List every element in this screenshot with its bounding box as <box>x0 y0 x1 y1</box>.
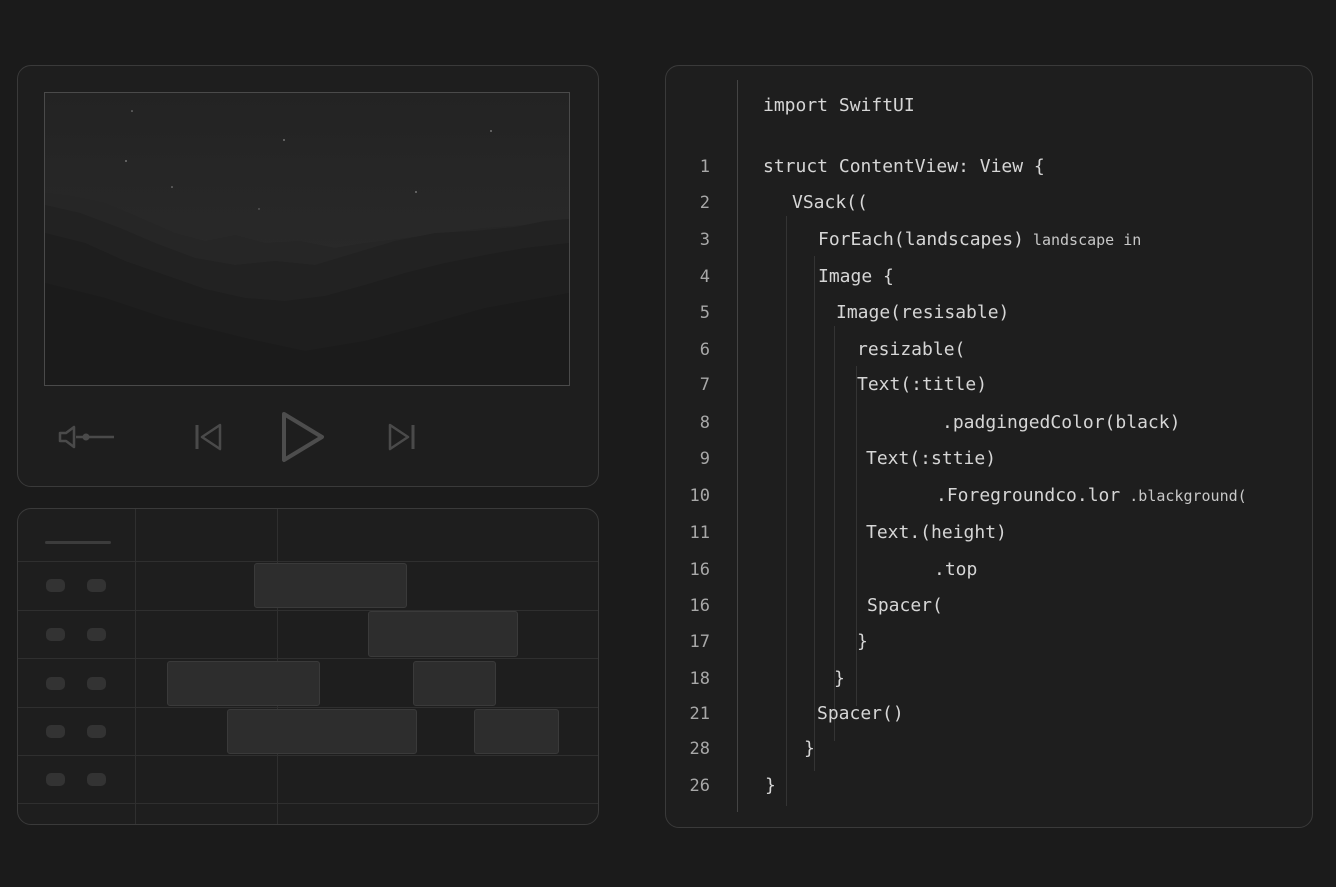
code-text: struct ContentView: View { <box>763 156 1045 177</box>
track-visibility-toggle-icon[interactable] <box>87 725 106 738</box>
track-visibility-toggle-icon[interactable] <box>87 628 106 641</box>
code-text: Image(resisable) <box>836 302 1010 323</box>
play-icon <box>282 412 324 462</box>
skip-forward-icon <box>388 423 415 451</box>
code-line[interactable]: 1 struct ContentView: View { <box>666 154 1306 180</box>
code-text: .top <box>934 559 978 580</box>
line-number: 11 <box>689 523 710 543</box>
track-divider <box>18 658 598 659</box>
track-visibility-toggle-icon[interactable] <box>87 677 106 690</box>
code-text: Text.(height) <box>866 522 1007 543</box>
code-line[interactable]: 3 ForEach(landscapes) landscape in <box>666 227 1306 253</box>
timeline-clip[interactable] <box>368 611 518 657</box>
skip-back-icon <box>195 423 222 451</box>
line-number: 21 <box>689 704 710 724</box>
code-text: .Foregroundco.lor .blackground( <box>936 483 1247 509</box>
next-button[interactable] <box>386 422 418 452</box>
track-divider <box>18 803 598 804</box>
code-text-main: .Foregroundco.lor <box>936 485 1121 506</box>
track-visibility-toggle-icon[interactable] <box>87 579 106 592</box>
code-text-small: landscape in <box>1023 231 1142 249</box>
track-mute-toggle-icon[interactable] <box>46 725 65 738</box>
line-number: 16 <box>689 560 710 580</box>
code-text: } <box>765 775 776 796</box>
code-text: import SwiftUI <box>763 95 915 116</box>
line-number: 26 <box>689 776 710 796</box>
code-line[interactable]: 16 .top <box>666 557 1306 583</box>
code-text: } <box>804 738 815 759</box>
code-line[interactable]: 6 resizable( <box>666 337 1306 363</box>
code-text: } <box>857 631 868 652</box>
timeline-clip[interactable] <box>254 563 407 608</box>
volume-control[interactable] <box>56 422 118 452</box>
code-line[interactable]: 7 Text(:title) <box>666 372 1306 398</box>
line-number: 16 <box>689 596 710 616</box>
code-line[interactable]: 18 } <box>666 666 1306 692</box>
code-line[interactable]: 28 } <box>666 736 1306 762</box>
line-number: 8 <box>699 413 710 433</box>
timeline-clip[interactable] <box>167 661 320 706</box>
code-line[interactable]: 10 .Foregroundco.lor .blackground( <box>666 483 1306 509</box>
line-number: 6 <box>699 340 710 360</box>
code-text: Image { <box>818 266 894 287</box>
code-line[interactable]: 4 Image { <box>666 264 1306 290</box>
code-text: Spacer( <box>867 595 943 616</box>
track-visibility-toggle-icon[interactable] <box>87 773 106 786</box>
code-text-main: ForEach(landscapes) <box>818 229 1024 250</box>
code-line[interactable]: import SwiftUI <box>666 93 1306 119</box>
speaker-icon <box>58 425 114 449</box>
code-line[interactable]: 26 } <box>666 773 1306 799</box>
code-line[interactable]: 21 Spacer() <box>666 701 1306 727</box>
previous-button[interactable] <box>192 422 224 452</box>
code-line[interactable]: 8 .padgingedColor(black) <box>666 410 1306 436</box>
track-mute-toggle-icon[interactable] <box>46 773 65 786</box>
track-divider <box>18 707 598 708</box>
timeline-panel <box>17 508 599 825</box>
code-text: Text(:title) <box>857 374 988 395</box>
video-preview[interactable] <box>44 92 570 386</box>
code-text: } <box>834 668 845 689</box>
line-number: 9 <box>699 449 710 469</box>
code-line[interactable]: 16 Spacer( <box>666 593 1306 619</box>
code-line[interactable]: 17 } <box>666 629 1306 655</box>
track-mute-toggle-icon[interactable] <box>46 677 65 690</box>
line-number: 17 <box>689 632 710 652</box>
line-number: 5 <box>699 303 710 323</box>
code-text: Text(:sttie) <box>866 448 997 469</box>
track-header-divider <box>135 509 136 824</box>
track-mute-toggle-icon[interactable] <box>46 579 65 592</box>
code-text-small: .blackground( <box>1120 487 1247 505</box>
code-text: VSack(( <box>792 192 868 213</box>
code-text: ForEach(landscapes) landscape in <box>818 227 1141 253</box>
timeline-header-bar <box>45 541 111 544</box>
code-line[interactable]: 11 Text.(height) <box>666 520 1306 546</box>
track-mute-toggle-icon[interactable] <box>46 628 65 641</box>
timeline-clip[interactable] <box>227 709 417 754</box>
line-number: 3 <box>699 230 710 250</box>
track-divider <box>18 755 598 756</box>
timeline-clip[interactable] <box>413 661 496 706</box>
line-number: 4 <box>699 267 710 287</box>
track-divider <box>18 561 598 562</box>
line-number: 2 <box>699 193 710 213</box>
line-number: 10 <box>689 486 710 506</box>
line-number: 7 <box>699 375 710 395</box>
code-line[interactable]: 5 Image(resisable) <box>666 300 1306 326</box>
code-editor-panel: import SwiftUI 1 struct ContentView: Vie… <box>665 65 1313 828</box>
timeline-clip[interactable] <box>474 709 559 754</box>
code-line[interactable]: 9 Text(:sttie) <box>666 446 1306 472</box>
line-number: 18 <box>689 669 710 689</box>
indent-guide <box>814 256 815 771</box>
code-text: Spacer() <box>817 703 904 724</box>
code-text: resizable( <box>857 339 966 360</box>
code-line[interactable]: 2 VSack(( <box>666 190 1306 216</box>
mountain-landscape-image <box>45 93 569 385</box>
code-text: .padgingedColor(black) <box>942 412 1181 433</box>
video-player-panel <box>17 65 599 487</box>
play-button[interactable] <box>278 410 328 464</box>
line-number: 28 <box>689 739 710 759</box>
line-number: 1 <box>699 157 710 177</box>
